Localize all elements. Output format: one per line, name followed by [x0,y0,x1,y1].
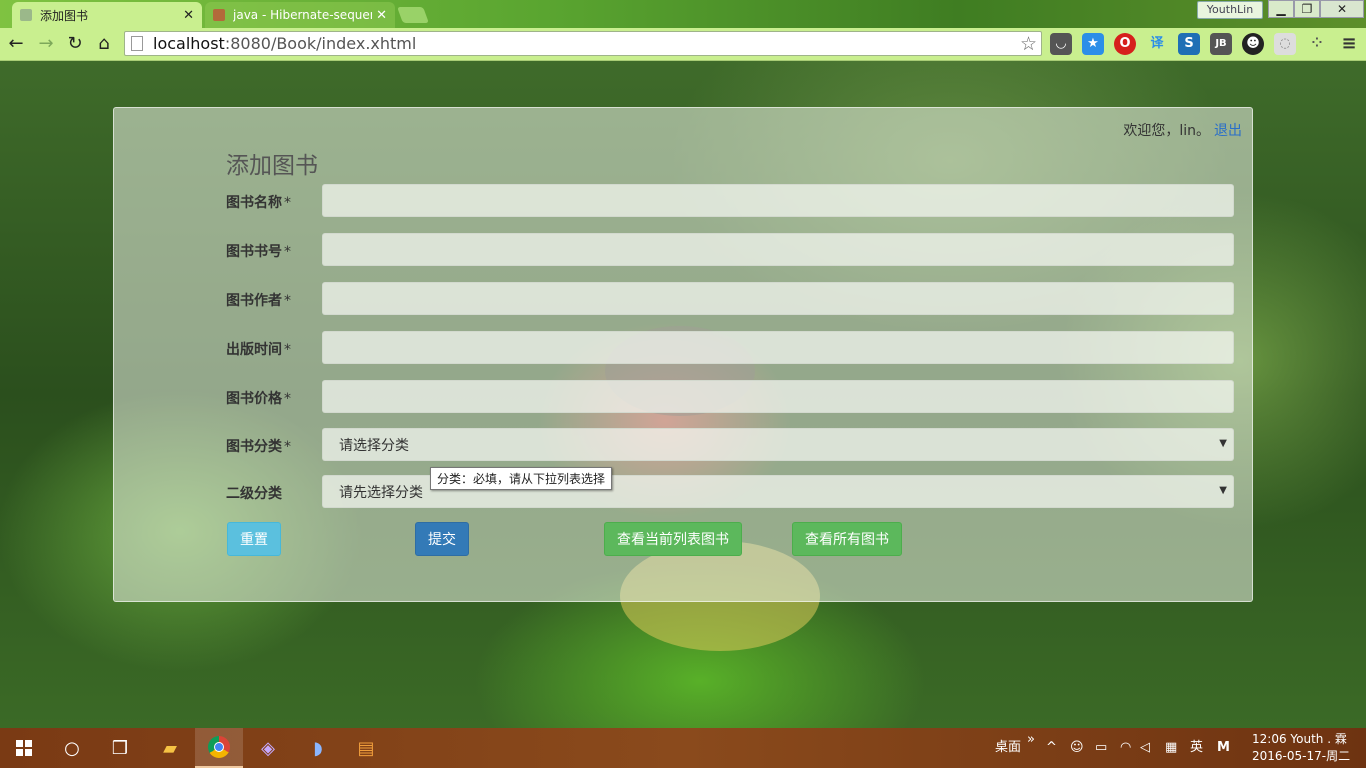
sublime-icon[interactable]: ▤ [342,728,390,768]
avatar-icon[interactable]: ☻ [1242,33,1264,55]
book-name-input[interactable] [322,184,1234,217]
field-label: 图书书号 * [226,244,291,260]
welcome-text: 欢迎您，lin。 [1123,123,1210,139]
start-button[interactable] [0,728,48,768]
more-icon[interactable]: ≡ [1338,33,1360,55]
toolbar-expand-icon[interactable]: » [1027,720,1035,760]
field-publish-date: 出版时间 * [226,331,1234,364]
subcategory-select-value: 请先选择分类 [339,484,423,501]
browser-toolbar: ← → ↻ ⌂ localhost :8080/Book/index.xhtml… [0,28,1366,61]
forward-icon[interactable]: → [34,32,58,56]
view-all-books-button[interactable]: 查看所有图书 [792,522,902,556]
wifi-icon[interactable]: ◠ [1120,728,1131,768]
dropdown-arrow-icon: ▼ [1219,485,1227,496]
category-select[interactable]: 请选择分类 ▼ [322,428,1234,461]
tab-label: java - Hibernate-sequen [233,8,373,22]
field-label: 图书分类 * [226,439,291,455]
field-book-category: 图书分类 * 请选择分类 ▼ [226,428,1234,461]
tab-close-icon[interactable]: ✕ [376,8,387,23]
logout-link[interactable]: 退出 [1214,123,1242,139]
page-favicon-icon [20,9,32,21]
file-explorer-icon[interactable]: ▰ [146,728,194,768]
address-bar[interactable]: localhost :8080/Book/index.xhtml ☆ [124,31,1042,56]
ime-mode-icon[interactable]: M [1217,728,1230,768]
tab-close-icon[interactable]: ✕ [183,8,194,23]
chrome-taskbar-button[interactable] [195,728,243,768]
category-select-value: 请选择分类 [339,437,409,454]
profile-button[interactable]: YouthLin [1197,1,1263,19]
field-book-price: 图书价格 * [226,380,1234,413]
field-label: 图书价格 * [226,391,291,407]
publish-date-input[interactable] [322,331,1234,364]
submit-button[interactable]: 提交 [415,522,469,556]
page-background: 欢迎您，lin。 退出 添加图书 图书名称 * 图书书号 * 图书作者 * 出版时间 * … [0,61,1366,728]
s-icon[interactable]: S [1178,33,1200,55]
view-current-books-button[interactable]: 查看当前列表图书 [604,522,742,556]
taskbar: ○ ❒ ▰ ◈ ◗ ▤ 桌面 » ^ ☺ ▭ ◠ ◁ ▦ 英 M 12:06 Y… [0,728,1366,768]
tray-chevron-icon[interactable]: ^ [1046,728,1057,768]
tab-java-hibernate[interactable]: java - Hibernate-sequen ✕ [205,2,395,28]
field-label: 出版时间 * [226,342,291,358]
tab-add-book[interactable]: 添加图书 ✕ [12,2,202,28]
field-book-name: 图书名称 * [226,184,1234,217]
field-book-author: 图书作者 * [226,282,1234,315]
tab-label: 添加图书 [40,8,89,23]
app-icon[interactable]: ◈ [244,728,292,768]
clock-date: 2016-05-17-周二 [1252,749,1351,763]
field-label: 图书作者 * [226,293,291,309]
pocket-icon[interactable]: ◡ [1050,33,1072,55]
book-author-input[interactable] [322,282,1234,315]
field-subcategory: 二级分类 请先选择分类 ▼ [226,475,1234,508]
new-tab-button[interactable] [397,7,429,23]
url-host: localhost [153,34,225,53]
cloud-icon[interactable]: ◌ [1274,33,1296,55]
book-isbn-input[interactable] [322,233,1234,266]
ime-indicator[interactable]: 英 [1190,728,1203,768]
jb-icon[interactable]: JB [1210,33,1232,55]
home-icon[interactable]: ⌂ [92,32,116,56]
maximize-icon[interactable]: ❐ [1294,0,1320,18]
field-label: 二级分类 [226,486,282,502]
page-icon [131,36,143,51]
clock-time: 12:06 Youth . 霖 [1252,732,1347,746]
eclipse-icon[interactable]: ◗ [294,728,342,768]
back-icon[interactable]: ← [4,32,28,56]
notification-icon[interactable]: ▦ [1165,728,1177,768]
page-title: 添加图书 [226,153,318,179]
browser-titlebar: 添加图书 ✕ java - Hibernate-sequen ✕ YouthLi… [0,0,1366,28]
dropdown-arrow-icon: ▼ [1219,438,1227,449]
windows-logo-icon [16,740,32,756]
bookmark-star-icon[interactable]: ★ [1082,33,1104,55]
url-path: :8080/Book/index.xhtml [224,34,417,53]
reset-button[interactable]: 重置 [227,522,281,556]
category-tooltip: 分类：必填，请从下拉列表选择 [430,467,613,490]
stackoverflow-favicon-icon [213,9,225,21]
add-book-panel: 欢迎您，lin。 退出 添加图书 图书名称 * 图书书号 * 图书作者 * 出版时间 * … [113,107,1253,602]
task-view-icon[interactable]: ❒ [96,728,144,768]
opera-icon[interactable]: O [1114,33,1136,55]
bookmark-star-icon[interactable]: ☆ [1020,33,1037,55]
volume-icon[interactable]: ◁ [1140,728,1150,768]
book-price-input[interactable] [322,380,1234,413]
field-label: 图书名称 * [226,195,291,211]
battery-icon[interactable]: ▭ [1095,728,1107,768]
window-close-icon[interactable]: ✕ [1320,0,1364,18]
reload-icon[interactable]: ↻ [63,32,87,56]
desktop-toolbar-label[interactable]: 桌面 [995,728,1021,768]
extension-dots-icon[interactable]: ⁘ [1306,33,1328,55]
clock[interactable]: 12:06 Youth . 霖 2016-05-17-周二 [1252,731,1350,765]
welcome-area: 欢迎您，lin。 退出 [1123,120,1242,140]
tray-app-icon[interactable]: ☺ [1070,728,1084,768]
translate-icon[interactable]: 译 [1146,33,1168,55]
chrome-icon [208,736,230,758]
minimize-icon[interactable]: ▁ [1268,0,1294,18]
field-book-isbn: 图书书号 * [226,233,1234,266]
search-icon[interactable]: ○ [48,728,96,768]
